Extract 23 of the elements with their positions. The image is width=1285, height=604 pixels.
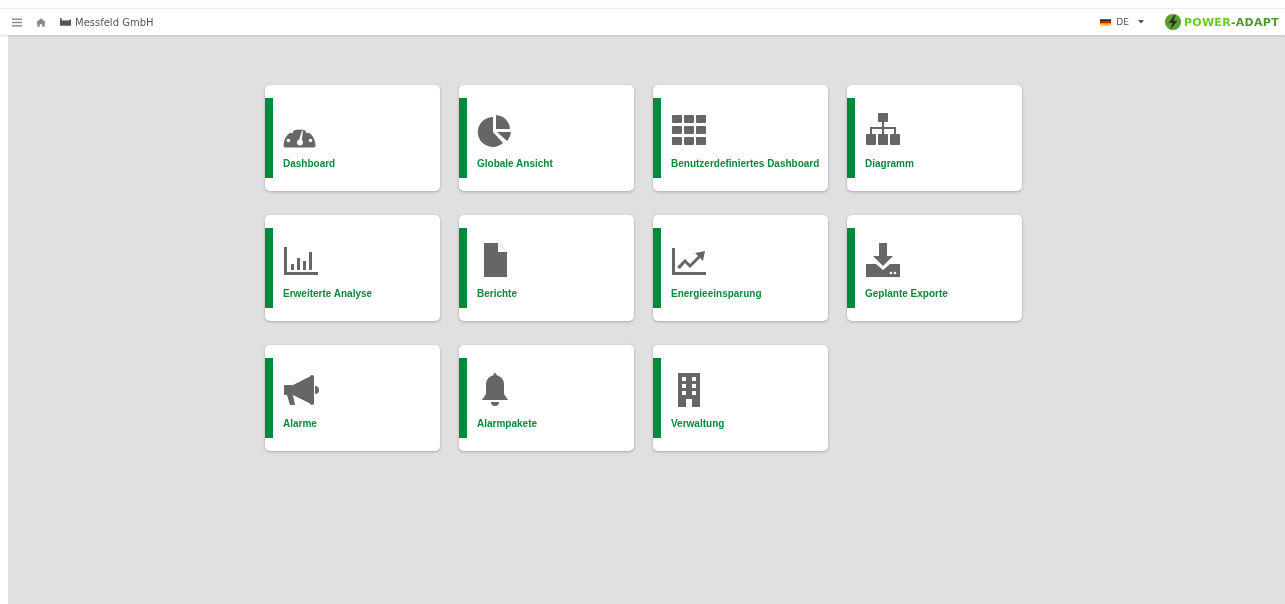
factory-icon xyxy=(60,18,71,26)
menu-tile[interactable]: Verwaltung xyxy=(653,345,828,451)
menu-tile[interactable]: Alarme xyxy=(265,345,440,451)
menu-tile[interactable]: Alarmpakete xyxy=(459,345,634,451)
home-icon[interactable] xyxy=(36,17,46,27)
flag-icon xyxy=(1100,18,1112,26)
menu-tile[interactable]: Energieeinsparung xyxy=(653,215,828,321)
menu-tile[interactable]: Erweiterte Analyse xyxy=(265,215,440,321)
download-icon xyxy=(865,241,901,278)
menu-tile[interactable]: Diagramm xyxy=(847,85,1022,191)
menu-tile[interactable]: Geplante Exporte xyxy=(847,215,1022,321)
menu-icon[interactable] xyxy=(12,17,22,27)
gauge-icon xyxy=(283,128,316,148)
caret-icon xyxy=(1137,20,1144,24)
menu-tile[interactable]: Globale Ansicht xyxy=(459,85,634,191)
logo-text: POWER-ADAPT xyxy=(1183,15,1279,29)
company-name[interactable]: Messfeld GmbH xyxy=(75,16,154,28)
lightning-logo-icon xyxy=(1163,13,1182,31)
hierarchy-icon xyxy=(865,111,901,148)
menu-tile[interactable]: Dashboard xyxy=(265,85,440,191)
menu-tile[interactable]: Berichte xyxy=(459,215,634,321)
menu-tile[interactable]: Benutzerdefiniertes Dashboard xyxy=(653,85,828,191)
language-selector[interactable]: DE xyxy=(1100,17,1150,27)
